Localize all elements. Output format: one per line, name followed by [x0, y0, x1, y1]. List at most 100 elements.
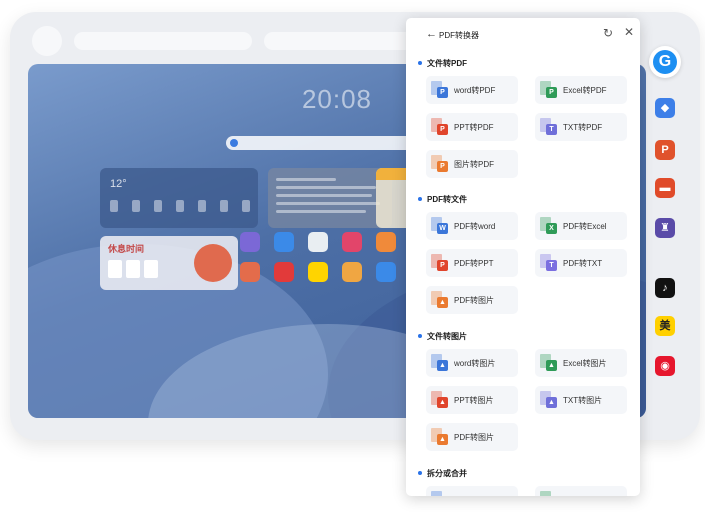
section-title: PDF转文件 — [418, 194, 467, 205]
convert-button[interactable]: P PDF转PPT — [426, 249, 518, 277]
convert-button[interactable]: ▲ PDF转图片 — [426, 423, 518, 451]
convert-button-label: PDF转图片 — [454, 433, 494, 442]
app-icon[interactable] — [240, 262, 260, 282]
weather-temperature: 12° — [110, 178, 127, 190]
stage: 20:08 12° 休息时间 G ◆ P ▬ ♜ ♪ 美 ◉ ← PDF转换器 … — [0, 0, 705, 512]
word-to-pdf-icon: P — [431, 81, 448, 99]
convert-button[interactable]: P Excel转PDF — [535, 76, 627, 104]
convert-button-label: PDF转Excel — [563, 222, 607, 231]
convert-button-label: word转PDF — [454, 86, 496, 95]
top-bar-pill[interactable] — [264, 32, 414, 50]
top-bar-pill[interactable] — [74, 32, 252, 50]
section-title-text: PDF转文件 — [427, 195, 467, 204]
convert-button-label: TXT转PDF — [563, 123, 603, 132]
news-line — [276, 202, 380, 205]
app-icon[interactable] — [274, 232, 294, 252]
powerpoint-app-icon[interactable]: P — [655, 140, 675, 160]
txt-to-image-icon: ▲ — [540, 391, 557, 409]
convert-button[interactable]: X PDF转Excel — [535, 212, 627, 240]
convert-button-label: PDF转PPT — [454, 259, 494, 268]
pdf-to-txt-icon: T — [540, 254, 557, 272]
app-icon[interactable] — [376, 262, 396, 282]
convert-button[interactable]: T PDF转TXT — [535, 249, 627, 277]
pdf-to-ppt-icon: P — [431, 254, 448, 272]
app-icon[interactable] — [376, 232, 396, 252]
app-icon[interactable] — [308, 262, 328, 282]
news-line — [276, 178, 336, 181]
g-app-button[interactable]: G — [649, 46, 681, 78]
news-line — [276, 186, 376, 189]
holiday-widget[interactable]: 休息时间 — [100, 236, 238, 290]
pdf-to-excel-icon: X — [540, 217, 557, 235]
news-line — [276, 210, 366, 213]
section-title-text: 拆分或合并 — [427, 469, 467, 478]
convert-button-label: TXT转图片 — [563, 396, 603, 405]
convert-button-label: PPT转图片 — [454, 396, 494, 405]
convert-button[interactable]: ▲ word转图片 — [426, 349, 518, 377]
weather-forecast — [110, 200, 250, 212]
convert-button[interactable]: P 图片转PDF — [426, 150, 518, 178]
app-icon[interactable] — [240, 232, 260, 252]
convert-button[interactable]: ▲ PPT转图片 — [426, 386, 518, 414]
news-widget[interactable] — [268, 168, 392, 228]
section-dot-icon — [418, 333, 422, 338]
app-icon[interactable] — [274, 262, 294, 282]
convert-button[interactable]: ▲ Excel转图片 — [535, 349, 627, 377]
convert-button-label: PDF转图片 — [454, 296, 494, 305]
ppt-to-image-icon: ▲ — [431, 391, 448, 409]
back-arrow-icon[interactable]: ← — [426, 28, 437, 40]
convert-button[interactable]: ▲ TXT转图片 — [535, 386, 627, 414]
section-title-text: 文件转图片 — [427, 332, 467, 341]
pdf-converter-panel: ← PDF转换器 ↻ ✕ 文件转PDF Pword转PDF P Excel转PDF P P… — [406, 18, 640, 496]
convert-button-label: Excel转图片 — [563, 359, 607, 368]
app-icon[interactable] — [342, 262, 362, 282]
convert-button[interactable] — [426, 486, 518, 496]
tag-app-icon[interactable]: ◆ — [655, 98, 675, 118]
weather-widget[interactable]: 12° — [100, 168, 258, 228]
holiday-countdown — [108, 260, 158, 278]
news-line — [276, 194, 372, 197]
convert-button[interactable]: ▲ PDF转图片 — [426, 286, 518, 314]
holiday-illustration — [194, 244, 232, 282]
section-title: 文件转PDF — [418, 58, 467, 69]
convert-button[interactable]: W PDF转word — [426, 212, 518, 240]
convert-button-label: PPT转PDF — [454, 123, 494, 132]
convert-button-label: PDF转word — [454, 222, 496, 231]
search-icon — [230, 139, 238, 147]
app-icon[interactable] — [308, 232, 328, 252]
holiday-title: 休息时间 — [108, 244, 145, 254]
convert-button[interactable]: T TXT转PDF — [535, 113, 627, 141]
convert-button-label: PDF转TXT — [563, 259, 603, 268]
weibo-app-icon[interactable]: ◉ — [655, 356, 675, 376]
refresh-icon[interactable]: ↻ — [603, 26, 613, 40]
excel-to-pdf-icon: P — [540, 81, 557, 99]
avatar[interactable] — [32, 26, 62, 56]
section-title: 拆分或合并 — [418, 468, 467, 479]
tiktok-app-icon[interactable]: ♪ — [655, 278, 675, 298]
convert-button-label: 图片转PDF — [454, 160, 494, 169]
excel-to-image-icon: ▲ — [540, 354, 557, 372]
pdf-to-image-icon-2: ▲ — [431, 428, 448, 446]
chess-app-icon[interactable]: ♜ — [655, 218, 675, 238]
g-logo-icon: G — [653, 50, 677, 74]
image-to-pdf-icon: P — [431, 155, 448, 173]
convert-button[interactable] — [535, 486, 627, 496]
split-icon — [431, 491, 448, 496]
close-icon[interactable]: ✕ — [624, 25, 634, 39]
section-title-text: 文件转PDF — [427, 59, 467, 68]
pdf-to-word-icon: W — [431, 217, 448, 235]
word-to-image-icon: ▲ — [431, 354, 448, 372]
merge-icon — [540, 491, 557, 496]
section-title: 文件转图片 — [418, 331, 467, 342]
section-dot-icon — [418, 60, 422, 65]
section-dot-icon — [418, 470, 422, 475]
app-icon[interactable] — [342, 232, 362, 252]
panel-title: PDF转换器 — [439, 31, 479, 40]
section-dot-icon — [418, 196, 422, 201]
convert-button[interactable]: P PPT转PDF — [426, 113, 518, 141]
toolbox-app-icon[interactable]: ▬ — [655, 178, 675, 198]
txt-to-pdf-icon: T — [540, 118, 557, 136]
convert-button[interactable]: Pword转PDF — [426, 76, 518, 104]
meituan-app-icon[interactable]: 美 — [655, 316, 675, 336]
side-dock: G ◆ P ▬ ♜ ♪ 美 ◉ — [649, 46, 683, 386]
